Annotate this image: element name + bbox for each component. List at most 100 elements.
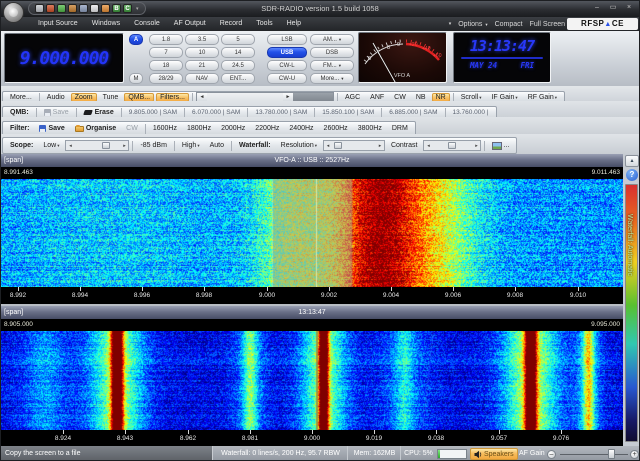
waterfall-2-high-freq: 9.095.000 [591,319,620,331]
qmb-save-button[interactable]: Save [40,108,73,117]
filter-width-2000hz[interactable]: 2000Hz [217,124,249,133]
waterfall-display-2[interactable] [1,331,623,430]
qmb-memory-item[interactable]: 15.850.100 | SAM [318,108,378,117]
menu-windows[interactable]: Windows [85,17,127,31]
restore-button[interactable]: ▭ [606,3,620,13]
qmb-memory-item[interactable]: 13.780.000 | SAM [251,108,311,117]
qmb-erase-button[interactable]: Erase [80,108,118,117]
app-window: BC▾ SDR-RADIO version 1.5 build 1058 –▭×… [0,0,640,461]
qmb-memory-item[interactable]: 6.070.000 | SAM [188,108,244,117]
app-menu-knob-icon[interactable] [3,2,24,23]
floppy-icon [44,109,51,116]
mode-cw-l[interactable]: CW-L [267,60,307,71]
filter-width-3800hz[interactable]: 3800Hz [354,124,386,133]
waterfall-display-1[interactable] [1,179,623,287]
arrow-left-icon[interactable]: ◂ [66,143,74,149]
key-28-29[interactable]: 28/29 [149,73,183,84]
chevron-down-icon: ▾ [515,95,517,100]
menu-af-output[interactable]: AF Output [167,17,213,31]
close-button[interactable]: × [622,3,636,13]
folder-icon [75,126,84,132]
axis-tick-label: 9.002 [321,292,337,299]
chevron-down-icon: ▾ [339,37,341,43]
filter-save-button[interactable]: Save [35,124,68,133]
key-18[interactable]: 18 [149,60,183,71]
volume-up-button[interactable]: + [630,450,639,459]
arrow-right-icon[interactable]: ▸ [120,143,128,149]
filter-width-2400hz[interactable]: 2400Hz [285,124,317,133]
filter-width-2600hz[interactable]: 2600Hz [320,124,352,133]
full-screen-button[interactable]: Full Screen [530,21,565,28]
filter-cw-button[interactable]: CW [122,124,142,133]
minimize-button[interactable]: – [590,3,604,13]
filter-width-1600hz[interactable]: 1600Hz [149,124,181,133]
menu-input-source[interactable]: Input Source [31,17,85,31]
filter-organise-button[interactable]: Organise [71,124,120,133]
qmb-memory-item[interactable]: 13.760.000 | [449,108,493,117]
axis-tick [561,430,562,434]
axis-tick [515,287,516,291]
help-icon[interactable]: ? [626,169,638,181]
menu-help[interactable]: Help [280,17,308,31]
key-14[interactable]: 14 [221,47,255,58]
menu-record[interactable]: Record [213,17,250,31]
key-3-5[interactable]: 3.5 [185,34,219,45]
waterfall-contrast-slider[interactable]: ◂▸ [423,140,481,151]
menu-console[interactable]: Console [127,17,167,31]
mode-cw-u[interactable]: CW-U [267,73,307,84]
key-1-8[interactable]: 1.8 [149,34,183,45]
mode-more[interactable]: More...▾ [310,73,354,84]
menu-tools[interactable]: Tools [249,17,279,31]
scope-range-slider[interactable]: ◂▸ [65,140,129,151]
ribbon-collapse-icon[interactable]: ▾ [449,21,452,27]
mode-am[interactable]: AM...▾ [310,34,354,45]
scope-high-dropdown[interactable]: High▾ [178,141,204,150]
arrow-left-icon[interactable]: ◂ [324,143,332,149]
frequency-display[interactable]: 9.000.000 [4,33,124,83]
chevron-down-icon: ▾ [341,76,343,82]
scope-range-slider-thumb[interactable] [102,142,110,149]
filter-width-drm[interactable]: DRM [388,124,412,133]
key-nav[interactable]: NAV [185,73,219,84]
arrow-right-icon[interactable]: ▸ [472,143,480,149]
svg-text:9: 9 [397,42,400,48]
qmb-memory-item[interactable]: 9.805.000 | SAM [125,108,181,117]
arrow-right-icon[interactable]: ▸ [376,143,384,149]
waterfall-resolution-slider-thumb[interactable] [334,142,342,149]
key-21[interactable]: 21 [185,60,219,71]
arrow-left-icon[interactable]: ◂ [424,143,432,149]
collapse-panel-button[interactable]: ▴ [625,155,639,167]
scope-row: Scope:Low▾◂▸-85 dBmHigh▾AutoWaterfall:Re… [1,134,639,154]
memory-button[interactable]: M [129,73,143,84]
filter-width-2200hz[interactable]: 2200Hz [251,124,283,133]
qmb-memory-item[interactable]: 6.885.000 | SAM [385,108,441,117]
mode-dsb[interactable]: DSB [310,47,354,58]
key-ent[interactable]: ENT... [221,73,255,84]
clock-date: MAY 24 [470,61,497,70]
key-7[interactable]: 7 [149,47,183,58]
vfo-a-button[interactable]: A [129,34,143,45]
scope-auto-button[interactable]: Auto [206,141,228,150]
compact-button[interactable]: Compact [495,21,523,28]
af-gain-slider-thumb[interactable] [608,449,615,459]
scope-low-dropdown[interactable]: Low▾ [39,141,63,150]
waterfall-contrast-slider-thumb[interactable] [448,142,456,149]
chevron-down-icon: ▾ [339,63,341,69]
options-menu[interactable]: Options ▾ [458,21,487,28]
key-5[interactable]: 5 [221,34,255,45]
export-image-button[interactable]: ... [488,141,513,151]
mode-usb[interactable]: USB [267,47,307,58]
key-10[interactable]: 10 [185,47,219,58]
waterfall-resolution-slider[interactable]: ◂▸ [323,140,385,151]
speaker-icon [474,450,482,459]
af-gain-slider-track[interactable] [560,454,628,455]
filter-width-1800hz[interactable]: 1800Hz [183,124,215,133]
key-24-5[interactable]: 24.5 [221,60,255,71]
mode-fm[interactable]: FM...▾ [310,60,354,71]
mode-lsb[interactable]: LSB [267,34,307,45]
speakers-button[interactable]: Speakers [470,448,518,460]
filter-row: Filter: Save OrganiseCW1600Hz1800Hz2000H… [1,117,639,134]
status-waterfall-info: Waterfall: 0 lines/s, 200 Hz, 95.7 RBW [214,446,348,461]
volume-down-button[interactable]: – [547,450,556,459]
waterfall-resolution-dropdown[interactable]: Resolution▾ [277,141,321,150]
